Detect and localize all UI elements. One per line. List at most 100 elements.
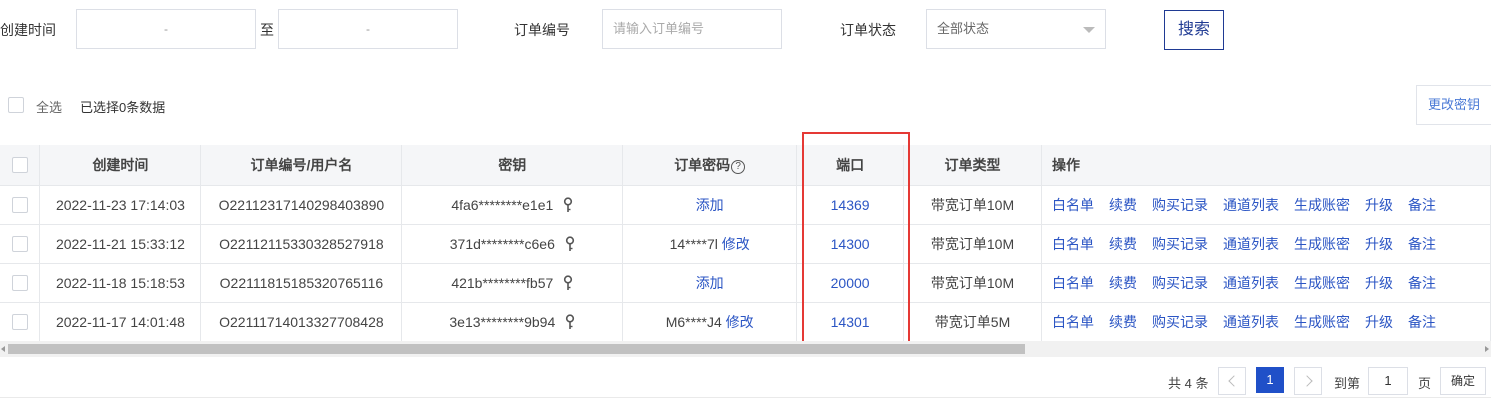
key-icon[interactable]	[555, 235, 575, 252]
op-link[interactable]: 升级	[1365, 236, 1393, 252]
op-link[interactable]: 升级	[1365, 275, 1393, 291]
op-link[interactable]: 续费	[1109, 197, 1137, 213]
op-link[interactable]: 白名单	[1052, 236, 1094, 252]
table-header-row: 创建时间 订单编号/用户名 密钥 订单密码? 端口 订单类型 操作	[0, 145, 1491, 186]
op-link[interactable]: 续费	[1109, 275, 1137, 291]
op-link[interactable]: 购买记录	[1152, 197, 1208, 213]
page-1-button[interactable]: 1	[1256, 367, 1284, 393]
confirm-page-button[interactable]: 确定	[1440, 367, 1486, 395]
column-header: 创建时间	[39, 145, 202, 186]
op-link[interactable]: 生成账密	[1294, 236, 1350, 252]
order-status-value: 全部状态	[937, 21, 990, 36]
op-link[interactable]: 购买记录	[1152, 314, 1208, 330]
op-link[interactable]: 续费	[1109, 314, 1137, 330]
key-icon[interactable]	[555, 313, 575, 330]
order-password-value: 14****7l	[669, 235, 718, 252]
column-header: 操作	[1041, 145, 1491, 186]
op-link[interactable]: 通道列表	[1223, 275, 1279, 291]
column-header-label: 订单密码	[674, 156, 731, 173]
row-checkbox[interactable]	[11, 235, 28, 252]
orders-table: 创建时间 订单编号/用户名 密钥 订单密码? 端口 订单类型 操作 2022-1…	[0, 145, 1491, 342]
operations-cell: 白名单 续费 购买记录 通道列表 生成账密 升级 备注	[1041, 263, 1491, 303]
date-start-input[interactable]: -	[76, 9, 256, 49]
order-password-link[interactable]: 修改	[722, 236, 750, 252]
order-type-cell: 带宽订单10M	[903, 263, 1042, 303]
op-link[interactable]: 生成账密	[1294, 314, 1350, 330]
search-button[interactable]: 搜索	[1164, 10, 1224, 50]
table-row: 2022-11-23 17:14:03 O22112317140298403890…	[0, 185, 1491, 225]
order-type-cell: 带宽订单10M	[903, 224, 1042, 264]
op-link[interactable]: 升级	[1365, 314, 1393, 330]
key-icon[interactable]	[553, 196, 573, 213]
horizontal-scrollbar[interactable]	[0, 341, 1491, 357]
help-icon[interactable]: ?	[731, 159, 746, 174]
created-time-cell: 2022-11-21 15:33:12	[39, 224, 202, 264]
date-range-separator: 至	[260, 22, 274, 38]
order-status-select[interactable]: 全部状态	[926, 9, 1106, 49]
total-count-text: 共 4 条	[1168, 376, 1209, 391]
order-password-link[interactable]: 添加	[696, 275, 724, 291]
op-link[interactable]: 通道列表	[1223, 314, 1279, 330]
row-checkbox[interactable]	[11, 196, 28, 213]
date-end-input[interactable]: -	[278, 9, 458, 49]
port-column-highlight	[802, 132, 910, 351]
op-link[interactable]: 购买记录	[1152, 236, 1208, 252]
row-checkbox-cell	[0, 263, 41, 303]
scrollbar-thumb[interactable]	[8, 344, 1025, 354]
goto-page-input[interactable]: 1	[1368, 367, 1408, 395]
select-all-checkbox[interactable]	[8, 97, 24, 113]
order-no-cell: O22112115330328527918	[200, 224, 403, 264]
op-link[interactable]: 购买记录	[1152, 275, 1208, 291]
row-checkbox-cell	[0, 185, 41, 225]
row-checkbox[interactable]	[11, 274, 28, 291]
row-checkbox[interactable]	[11, 313, 28, 330]
operations-cell: 白名单 续费 购买记录 通道列表 生成账密 升级 备注	[1041, 224, 1491, 264]
op-link[interactable]: 白名单	[1052, 275, 1094, 291]
op-link[interactable]: 通道列表	[1223, 197, 1279, 213]
op-link[interactable]: 通道列表	[1223, 236, 1279, 252]
chevron-down-icon	[1083, 27, 1095, 33]
op-link[interactable]: 白名单	[1052, 197, 1094, 213]
key-value: 371d********c6e6	[449, 235, 555, 252]
order-status-label: 订单状态	[840, 22, 896, 38]
op-link[interactable]: 备注	[1408, 275, 1436, 291]
scroll-left-arrow-icon[interactable]	[1, 346, 5, 352]
key-value: 421b********fb57	[451, 274, 554, 291]
op-link[interactable]: 备注	[1408, 236, 1436, 252]
order-password-cell: M6****J4 修改	[622, 302, 798, 342]
key-cell: 4fa6********e1e1	[401, 185, 624, 225]
header-checkbox-cell	[0, 145, 41, 186]
page-suffix-label: 页	[1418, 376, 1432, 391]
op-link[interactable]: 生成账密	[1294, 275, 1350, 291]
table-row: 2022-11-18 15:18:53 O22111815185320765116…	[0, 263, 1491, 303]
order-password-value: M6****J4	[665, 313, 722, 330]
scroll-right-arrow-icon[interactable]	[1485, 346, 1489, 352]
next-page-button[interactable]	[1294, 367, 1322, 395]
op-link[interactable]: 白名单	[1052, 314, 1094, 330]
key-value: 4fa6********e1e1	[451, 196, 554, 213]
order-password-link[interactable]: 修改	[726, 314, 754, 330]
op-link[interactable]: 备注	[1408, 197, 1436, 213]
op-link[interactable]: 生成账密	[1294, 197, 1350, 213]
change-key-button[interactable]: 更改密钥	[1416, 85, 1491, 125]
operations-cell: 白名单 续费 购买记录 通道列表 生成账密 升级 备注	[1041, 302, 1491, 342]
op-link[interactable]: 备注	[1408, 314, 1436, 330]
key-cell: 421b********fb57	[401, 263, 624, 303]
prev-page-button[interactable]	[1218, 367, 1246, 395]
header-checkbox[interactable]	[11, 156, 28, 173]
op-link[interactable]: 续费	[1109, 236, 1137, 252]
order-no-label: 订单编号	[514, 22, 570, 38]
order-password-link[interactable]: 添加	[696, 197, 724, 213]
order-no-input[interactable]: 请输入订单编号	[602, 9, 782, 49]
goto-label: 到第	[1334, 376, 1361, 391]
created-time-cell: 2022-11-23 17:14:03	[39, 185, 202, 225]
selected-count-text: 已选择0条数据	[80, 100, 166, 115]
created-time-label: 创建时间	[0, 22, 56, 38]
key-icon[interactable]	[553, 274, 573, 291]
op-link[interactable]: 升级	[1365, 197, 1393, 213]
chevron-right-icon	[1301, 375, 1313, 387]
order-type-cell: 带宽订单5M	[903, 302, 1042, 342]
chevron-left-icon	[1228, 375, 1240, 387]
created-time-cell: 2022-11-18 15:18:53	[39, 263, 202, 303]
column-header: 密钥	[401, 145, 624, 186]
